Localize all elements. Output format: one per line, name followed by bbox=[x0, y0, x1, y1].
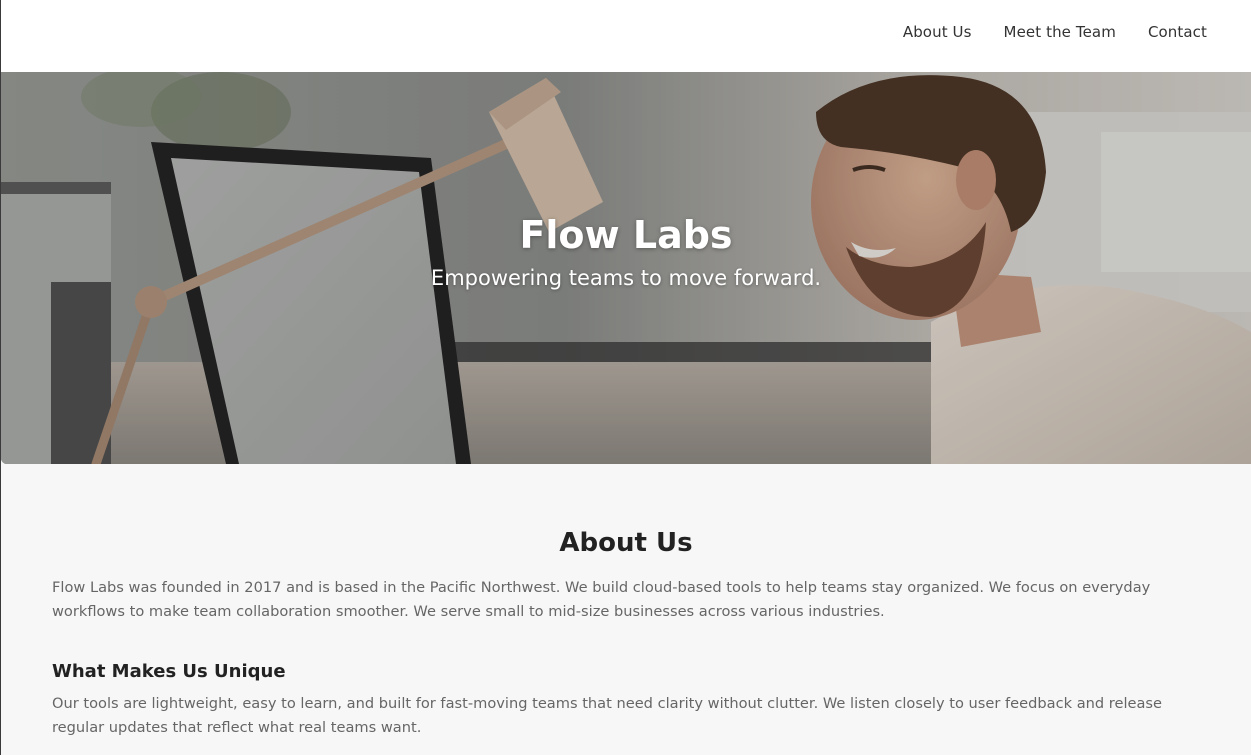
hero-banner: Flow Labs Empowering teams to move forwa… bbox=[1, 72, 1251, 464]
nav-links: About Us Meet the Team Contact bbox=[903, 22, 1207, 42]
hero-title: Flow Labs bbox=[519, 213, 733, 257]
unique-body-text: Our tools are lightweight, easy to learn… bbox=[52, 695, 1163, 736]
page: About Us Meet the Team Contact Flow Labs… bbox=[0, 0, 1251, 755]
unique-heading: What Makes Us Unique bbox=[52, 661, 286, 682]
about-heading: About Us bbox=[559, 528, 693, 558]
nav-link-contact[interactable]: Contact bbox=[1148, 22, 1207, 42]
about-body-text: Flow Labs was founded in 2017 and is bas… bbox=[52, 579, 1151, 620]
hero-subtitle: Empowering teams to move forward. bbox=[430, 266, 822, 290]
top-navigation-bar: About Us Meet the Team Contact bbox=[1, 0, 1251, 72]
nav-link-about-us[interactable]: About Us bbox=[903, 22, 972, 42]
nav-link-meet-the-team[interactable]: Meet the Team bbox=[1004, 22, 1116, 42]
about-section: About Us Flow Labs was founded in 2017 a… bbox=[1, 464, 1251, 755]
hero-text-block: Flow Labs Empowering teams to move forwa… bbox=[1, 212, 1251, 292]
